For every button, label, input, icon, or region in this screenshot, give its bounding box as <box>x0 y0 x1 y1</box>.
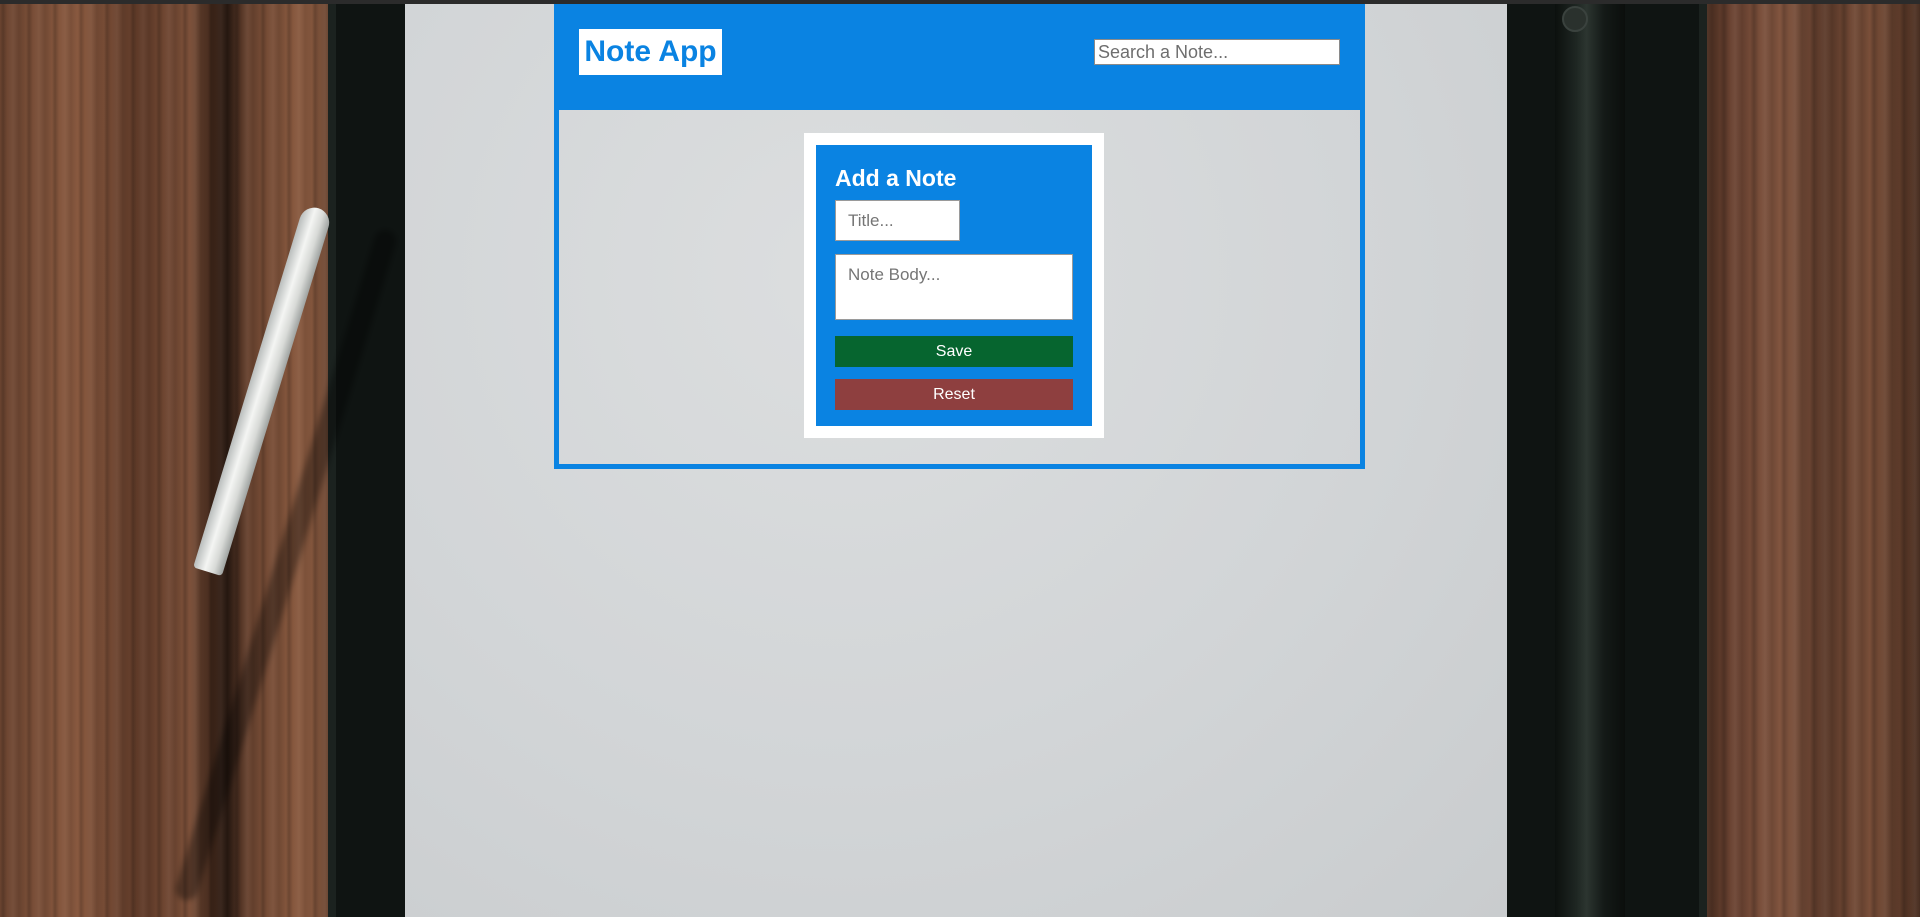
app-brand[interactable]: Note App <box>579 29 722 75</box>
camera-icon <box>1562 6 1588 32</box>
wood-desk-right <box>1690 0 1920 917</box>
add-note-heading: Add a Note <box>835 165 957 191</box>
wood-desk-left <box>0 0 345 917</box>
navbar: Note App <box>554 4 1365 107</box>
note-body-input[interactable] <box>835 254 1073 320</box>
tablet-edge <box>1555 0 1625 917</box>
search-input[interactable] <box>1094 39 1340 65</box>
save-button[interactable]: Save <box>835 336 1073 367</box>
note-title-input[interactable] <box>835 200 960 241</box>
reset-button[interactable]: Reset <box>835 379 1073 410</box>
add-note-form: Add a Note Save Reset <box>816 145 1092 426</box>
note-app: Note App Add a Note Save Reset <box>554 4 1365 469</box>
